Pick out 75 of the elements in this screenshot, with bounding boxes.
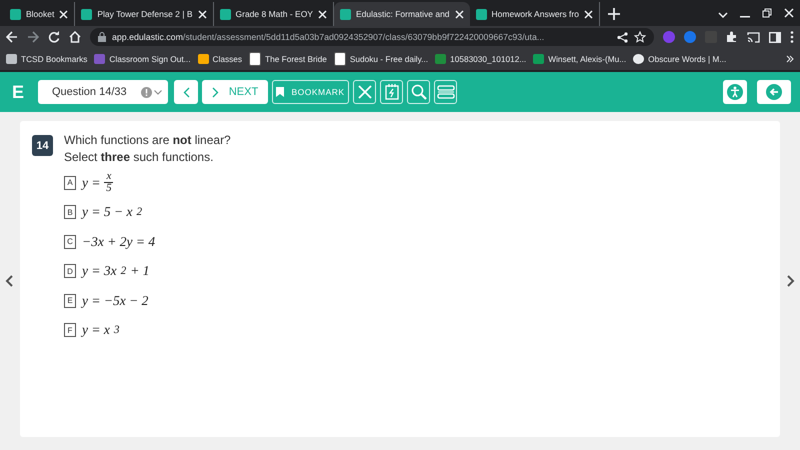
bookmark-icon (533, 54, 544, 64)
close-icon[interactable] (454, 10, 464, 18)
exit-button[interactable] (757, 80, 791, 104)
option-label[interactable]: F (64, 323, 76, 338)
bookmark-icon (6, 54, 17, 64)
bookmark-link[interactable]: TCSD Bookmarks (6, 54, 88, 64)
accessibility-button[interactable] (723, 80, 747, 104)
home-icon[interactable] (69, 31, 81, 43)
side-panel-icon[interactable] (769, 32, 781, 42)
restore-icon[interactable] (762, 8, 772, 18)
cast-icon[interactable] (747, 32, 760, 42)
line-reader-button[interactable] (434, 80, 457, 104)
back-arrow-icon[interactable] (6, 31, 18, 43)
scratchpad-button[interactable] (380, 80, 403, 104)
previous-button[interactable] (174, 80, 198, 104)
question-prompt: Which functions are not linear? (64, 133, 231, 147)
chevron-left-icon (182, 86, 190, 98)
browser-tab[interactable]: Edulastic: Formative and (334, 2, 470, 26)
bookmark-icon (249, 52, 262, 66)
bookmark-icon (435, 54, 446, 64)
lock-icon (98, 32, 106, 42)
star-icon[interactable] (634, 31, 646, 43)
chevron-right-icon (212, 86, 219, 98)
bookmark-link[interactable]: Classes (198, 54, 242, 64)
bookmark-icon (198, 54, 209, 64)
close-icon[interactable] (584, 10, 593, 18)
extension-icon[interactable] (684, 31, 696, 43)
cross-icon (356, 84, 372, 100)
site-icon (220, 8, 230, 20)
close-icon[interactable] (318, 10, 327, 18)
magnifier-icon (410, 84, 426, 100)
share-icon[interactable] (617, 32, 628, 42)
question-instruction: Select three such functions. (64, 150, 214, 164)
accessibility-icon (727, 84, 743, 100)
option-formula[interactable]: −3x + 2y = 4 (82, 234, 156, 250)
question-dropdown[interactable]: Question 14/33 (38, 80, 168, 104)
reload-icon[interactable] (48, 31, 60, 43)
site-icon (476, 8, 487, 20)
bookmark-icon (334, 52, 346, 66)
address-bar[interactable]: app.edulastic.com/student/assessment/5dd11d5a03b7ad0924352907/class/63079bb9f722420009667c93/uta... (90, 28, 654, 46)
site-icon (10, 8, 21, 20)
more-bookmarks-icon[interactable] (786, 55, 794, 63)
bookmark-link[interactable]: Obscure Words | M... (633, 54, 726, 64)
site-icon (340, 8, 351, 20)
bookmark-link[interactable]: 10583030_101012... (435, 54, 526, 64)
forward-arrow-icon[interactable] (27, 31, 39, 43)
alert-icon (141, 86, 152, 98)
option-label[interactable]: C (64, 234, 76, 249)
question-number: 14 (32, 135, 53, 156)
bookmark-link[interactable]: The Forest Bride (249, 52, 327, 66)
more-menu-icon[interactable] (790, 31, 794, 43)
lines-icon (436, 85, 454, 99)
notepad-icon (384, 84, 398, 100)
new-tab-icon[interactable] (608, 8, 620, 20)
chevron-down-icon (154, 90, 162, 94)
option-formula[interactable]: y = −5x − 2 (82, 292, 148, 309)
bookmark-link[interactable]: Classroom Sign Out... (94, 54, 191, 64)
bookmark-icon (633, 54, 644, 64)
puzzle-icon[interactable] (726, 31, 738, 43)
minimize-icon[interactable] (740, 16, 750, 18)
site-icon (81, 8, 92, 20)
magnifier-button[interactable] (407, 80, 430, 104)
eliminator-button[interactable] (353, 80, 376, 104)
option-label[interactable]: E (64, 294, 76, 308)
close-icon[interactable] (784, 8, 794, 18)
bookmark-icon (276, 87, 284, 97)
option-label[interactable]: D (64, 264, 76, 278)
bookmark-link[interactable]: Sudoku - Free daily... (334, 52, 428, 66)
bookmark-icon (94, 54, 106, 64)
option-label[interactable]: A (64, 176, 76, 190)
close-icon[interactable] (198, 10, 206, 18)
option-label[interactable]: B (64, 205, 76, 220)
bookmark-link[interactable]: Winsett, Alexis-(Mu... (533, 54, 626, 64)
close-icon[interactable] (59, 10, 68, 18)
chevron-down-icon[interactable] (718, 12, 728, 18)
